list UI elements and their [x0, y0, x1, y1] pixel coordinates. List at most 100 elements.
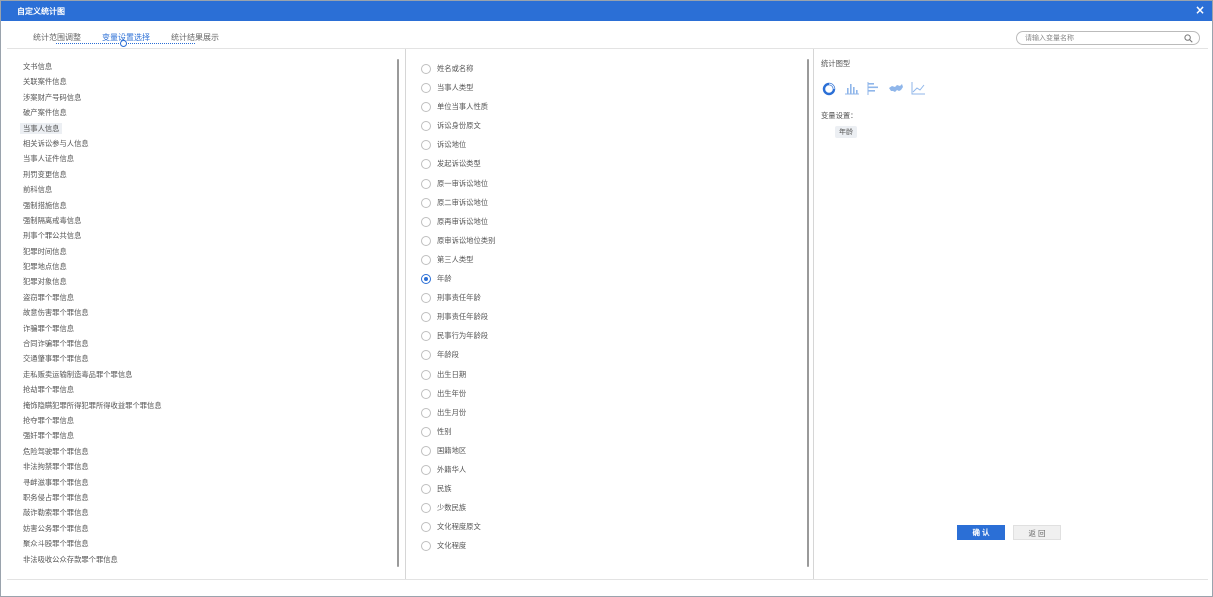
- category-item[interactable]: 破产案件信息: [23, 105, 383, 120]
- variable-option[interactable]: 诉讼地位: [421, 139, 781, 158]
- variable-option[interactable]: 刑事责任年龄: [421, 292, 781, 311]
- radio-button[interactable]: [421, 121, 431, 132]
- category-item[interactable]: 强制措施信息: [23, 198, 383, 213]
- category-item[interactable]: 强制隔离戒毒信息: [23, 213, 383, 228]
- variable-option[interactable]: 姓名或名称: [421, 63, 781, 82]
- category-item[interactable]: 前科信息: [23, 182, 383, 197]
- radio-button[interactable]: [421, 235, 431, 246]
- category-item[interactable]: 犯罪对象信息: [23, 274, 383, 289]
- category-item[interactable]: 当事人信息: [20, 121, 383, 136]
- radio-button[interactable]: [421, 197, 431, 208]
- category-item[interactable]: 职务侵占罪个罪信息: [23, 490, 383, 505]
- map-chart-icon[interactable]: [887, 79, 905, 97]
- radio-button[interactable]: [421, 102, 431, 113]
- category-item[interactable]: 故意伤害罪个罪信息: [23, 305, 383, 320]
- variable-option[interactable]: 国籍地区: [421, 445, 781, 464]
- close-icon[interactable]: ×: [1195, 4, 1205, 16]
- category-item[interactable]: 交通肇事罪个罪信息: [23, 351, 383, 366]
- variable-option[interactable]: 原二审诉讼地位: [421, 197, 781, 216]
- category-item[interactable]: 刑罚变更信息: [23, 167, 383, 182]
- radio-button[interactable]: [421, 216, 431, 227]
- category-item[interactable]: 聚众斗殴罪个罪信息: [23, 536, 383, 551]
- category-item[interactable]: 盗窃罪个罪信息: [23, 290, 383, 305]
- radio-button[interactable]: [421, 541, 431, 552]
- category-item[interactable]: 掩饰隐瞒犯罪所得犯罪所得收益罪个罪信息: [23, 398, 383, 413]
- radio-button[interactable]: [421, 388, 431, 399]
- radio-button[interactable]: [421, 369, 431, 380]
- category-item[interactable]: 抢夺罪个罪信息: [23, 413, 383, 428]
- category-item[interactable]: 当事人证件信息: [23, 151, 383, 166]
- category-item[interactable]: 诈骗罪个罪信息: [23, 321, 383, 336]
- variable-option[interactable]: 民事行为年龄段: [421, 330, 781, 349]
- variable-scrollbar[interactable]: [807, 59, 809, 567]
- radio-button[interactable]: [421, 274, 431, 285]
- radio-button[interactable]: [421, 522, 431, 533]
- radio-button[interactable]: [421, 331, 431, 342]
- radio-button[interactable]: [421, 445, 431, 456]
- variable-option[interactable]: 诉讼身份原文: [421, 120, 781, 139]
- variable-option[interactable]: 性别: [421, 426, 781, 445]
- category-item[interactable]: 犯罪地点信息: [23, 259, 383, 274]
- category-item[interactable]: 涉案财产号码信息: [23, 90, 383, 105]
- variable-option[interactable]: 原一审诉讼地位: [421, 178, 781, 197]
- variable-option[interactable]: 单位当事人性质: [421, 101, 781, 120]
- category-item[interactable]: 强奸罪个罪信息: [23, 428, 383, 443]
- category-item[interactable]: 非法吸收公众存款罪个罪信息: [23, 552, 383, 567]
- variable-option[interactable]: 刑事责任年龄段: [421, 311, 781, 330]
- category-item[interactable]: 合同诈骗罪个罪信息: [23, 336, 383, 351]
- variable-option[interactable]: 出生月份: [421, 407, 781, 426]
- variable-option[interactable]: 出生年份: [421, 388, 781, 407]
- category-item[interactable]: 抢劫罪个罪信息: [23, 382, 383, 397]
- back-button[interactable]: 返 回: [1013, 525, 1061, 540]
- category-item[interactable]: 刑事个罪公共信息: [23, 228, 383, 243]
- variable-option[interactable]: 少数民族: [421, 502, 781, 521]
- radio-button[interactable]: [421, 140, 431, 151]
- variable-option[interactable]: 第三人类型: [421, 254, 781, 273]
- radio-button[interactable]: [421, 484, 431, 495]
- radio-button[interactable]: [421, 178, 431, 189]
- category-scrollbar[interactable]: [397, 59, 399, 567]
- category-item[interactable]: 寻衅滋事罪个罪信息: [23, 475, 383, 490]
- variable-option[interactable]: 民族: [421, 483, 781, 502]
- donut-chart-icon[interactable]: [821, 79, 839, 97]
- category-item[interactable]: 文书信息: [23, 59, 383, 74]
- variable-option[interactable]: 原审诉讼地位类别: [421, 235, 781, 254]
- variable-option[interactable]: 出生日期: [421, 369, 781, 388]
- category-item[interactable]: 敲诈勒索罪个罪信息: [23, 505, 383, 520]
- category-item[interactable]: 危险驾驶罪个罪信息: [23, 444, 383, 459]
- tab-scope-adjust[interactable]: 统计范围调整: [33, 32, 81, 43]
- category-item[interactable]: 妨害公务罪个罪信息: [23, 521, 383, 536]
- radio-button[interactable]: [421, 83, 431, 94]
- radio-button[interactable]: [421, 464, 431, 475]
- radio-button[interactable]: [421, 503, 431, 514]
- radio-button[interactable]: [421, 293, 431, 304]
- radio-button[interactable]: [421, 350, 431, 361]
- category-item[interactable]: 关联案件信息: [23, 74, 383, 89]
- variable-option[interactable]: 当事人类型: [421, 82, 781, 101]
- variable-option[interactable]: 发起诉讼类型: [421, 158, 781, 177]
- variable-option[interactable]: 原再审诉讼地位: [421, 216, 781, 235]
- radio-button[interactable]: [421, 426, 431, 437]
- confirm-button[interactable]: 确 认: [957, 525, 1005, 540]
- line-chart-icon[interactable]: [909, 79, 927, 97]
- variable-option[interactable]: 年龄: [421, 273, 781, 292]
- variable-option[interactable]: 文化程度原文: [421, 521, 781, 540]
- category-item[interactable]: 犯罪时间信息: [23, 244, 383, 259]
- category-item[interactable]: 非法拘禁罪个罪信息: [23, 459, 383, 474]
- radio-button[interactable]: [421, 312, 431, 323]
- variable-option[interactable]: 年龄段: [421, 349, 781, 368]
- variable-option[interactable]: 外籍华人: [421, 464, 781, 483]
- variable-option[interactable]: 文化程度: [421, 540, 781, 559]
- radio-button[interactable]: [421, 254, 431, 265]
- variable-search-input[interactable]: [1025, 32, 1175, 44]
- search-icon[interactable]: [1184, 34, 1193, 43]
- category-item[interactable]: 走私贩卖运输制造毒品罪个罪信息: [23, 367, 383, 382]
- category-item[interactable]: 相关诉讼参与人信息: [23, 136, 383, 151]
- selected-variable-tag[interactable]: 年龄: [835, 126, 857, 138]
- horizontal-bar-chart-icon[interactable]: [865, 79, 883, 97]
- radio-button[interactable]: [421, 159, 431, 170]
- radio-button[interactable]: [421, 64, 431, 74]
- radio-button[interactable]: [421, 407, 431, 418]
- tab-statistics-result[interactable]: 统计结果展示: [171, 32, 219, 43]
- bar-chart-icon[interactable]: [843, 79, 861, 97]
